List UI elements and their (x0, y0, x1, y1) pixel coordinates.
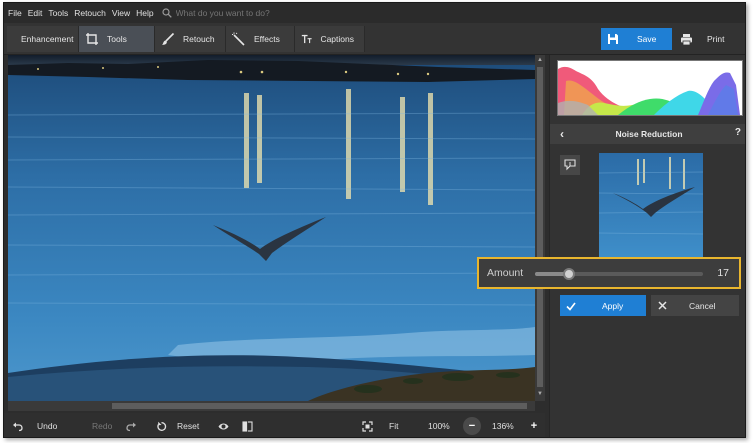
vertical-scrollbar[interactable]: ▲ ▼ (535, 55, 545, 401)
magic-wand-icon (232, 32, 245, 46)
amount-slider-row: Amount 17 (477, 257, 741, 289)
fit-button[interactable]: Fit (362, 416, 408, 436)
scroll-up-icon[interactable]: ▲ (537, 57, 543, 63)
apply-label: Apply (602, 300, 624, 311)
vertical-scroll-thumb[interactable] (537, 67, 543, 387)
undo-label: Undo (37, 421, 58, 431)
amount-value: 17 (717, 267, 729, 279)
noise-reduction-header: ‹ Noise Reduction ? (550, 124, 745, 144)
preview-eye-button[interactable] (218, 416, 232, 436)
app-window: File Edit Tools Retouch View Help Enhanc… (3, 2, 746, 438)
histogram-graph (558, 66, 740, 115)
horizontal-scroll-thumb[interactable] (112, 403, 527, 409)
tab-enhancement[interactable]: Enhancement (7, 26, 79, 52)
search-box[interactable] (162, 8, 326, 18)
tab-retouch[interactable]: Retouch (155, 26, 226, 52)
right-panel: ‹ Noise Reduction ? Apply Cancel (549, 55, 745, 437)
cancel-label: Cancel (689, 300, 716, 311)
fit-screen-icon (362, 420, 373, 432)
eye-icon (218, 423, 229, 429)
reset-icon (157, 421, 167, 431)
close-icon (658, 301, 667, 310)
amount-slider-track[interactable] (535, 268, 703, 280)
reset-button[interactable]: Reset (156, 416, 206, 436)
zoom-out-icon: − (468, 420, 476, 432)
menu-file[interactable]: File (8, 8, 22, 18)
crop-icon (86, 33, 98, 45)
zoom-out-button[interactable]: − (463, 417, 481, 435)
photo-canvas[interactable] (8, 55, 535, 401)
search-icon (162, 8, 172, 18)
text-icon (301, 34, 312, 44)
checkmark-icon (566, 302, 576, 311)
menu-bar: File Edit Tools Retouch View Help (4, 3, 745, 23)
zoom-100-label: 100% (428, 421, 450, 431)
zoom-level-label: 136% (492, 421, 514, 431)
redo-label: Redo (92, 421, 113, 431)
preview-thumbnail (599, 153, 703, 259)
main-toolbar: Enhancement Tools Retouch Effects Captio… (4, 23, 745, 55)
menu-edit[interactable]: Edit (28, 8, 43, 18)
amount-label: Amount (487, 267, 524, 279)
help-button[interactable]: ? (735, 127, 741, 138)
horizontal-scrollbar[interactable] (8, 401, 535, 411)
split-view-icon (242, 420, 253, 432)
fit-label: Fit (389, 421, 399, 431)
printer-icon (681, 33, 692, 45)
menu-view[interactable]: View (112, 8, 130, 18)
zoom-level-readout: 136% (492, 416, 522, 436)
zoom-100-button[interactable]: 100% (428, 416, 458, 436)
photo-image (8, 55, 535, 401)
cancel-button[interactable]: Cancel (651, 295, 739, 316)
menu-retouch[interactable]: Retouch (74, 8, 106, 18)
panel-title: Noise Reduction (615, 129, 683, 139)
tab-tools-label: Tools (107, 34, 127, 44)
tab-effects[interactable]: Effects (226, 26, 295, 52)
compare-split-button[interactable] (242, 416, 256, 436)
scroll-down-icon[interactable]: ▼ (537, 391, 543, 397)
compare-button[interactable] (560, 155, 580, 175)
tab-tools[interactable]: Tools (79, 26, 155, 52)
tab-captions-label: Captions (320, 34, 354, 44)
bottom-bar: Undo Redo Reset Fit 100% − 136% + (4, 413, 545, 437)
back-arrow-icon[interactable]: ‹ (560, 127, 564, 141)
undo-icon (13, 422, 23, 431)
redo-icon (126, 422, 137, 431)
undo-button[interactable]: Undo (12, 416, 74, 436)
print-button[interactable]: Print (674, 28, 740, 50)
tool-tabs: Enhancement Tools Retouch Effects Captio… (7, 26, 365, 52)
histogram (557, 60, 743, 116)
zoom-in-button[interactable]: + (525, 417, 543, 435)
apply-button[interactable]: Apply (560, 295, 646, 316)
tab-enhancement-label: Enhancement (21, 34, 74, 44)
search-input[interactable] (175, 8, 326, 18)
reset-label: Reset (177, 421, 200, 431)
save-button[interactable]: Save (601, 28, 672, 50)
tab-effects-label: Effects (254, 34, 280, 44)
tab-captions[interactable]: Captions (295, 26, 365, 52)
save-label: Save (637, 34, 657, 44)
menu-help[interactable]: Help (136, 8, 153, 18)
brush-icon (162, 32, 175, 45)
floppy-disk-icon (608, 34, 618, 44)
thumbnail-image (599, 153, 703, 259)
print-label: Print (707, 34, 725, 44)
redo-button[interactable]: Redo (92, 416, 140, 436)
amount-slider-handle[interactable] (562, 268, 575, 280)
zoom-in-icon: + (530, 420, 538, 432)
compare-icon (564, 159, 576, 171)
tab-retouch-label: Retouch (183, 34, 215, 44)
menu-tools[interactable]: Tools (48, 8, 68, 18)
